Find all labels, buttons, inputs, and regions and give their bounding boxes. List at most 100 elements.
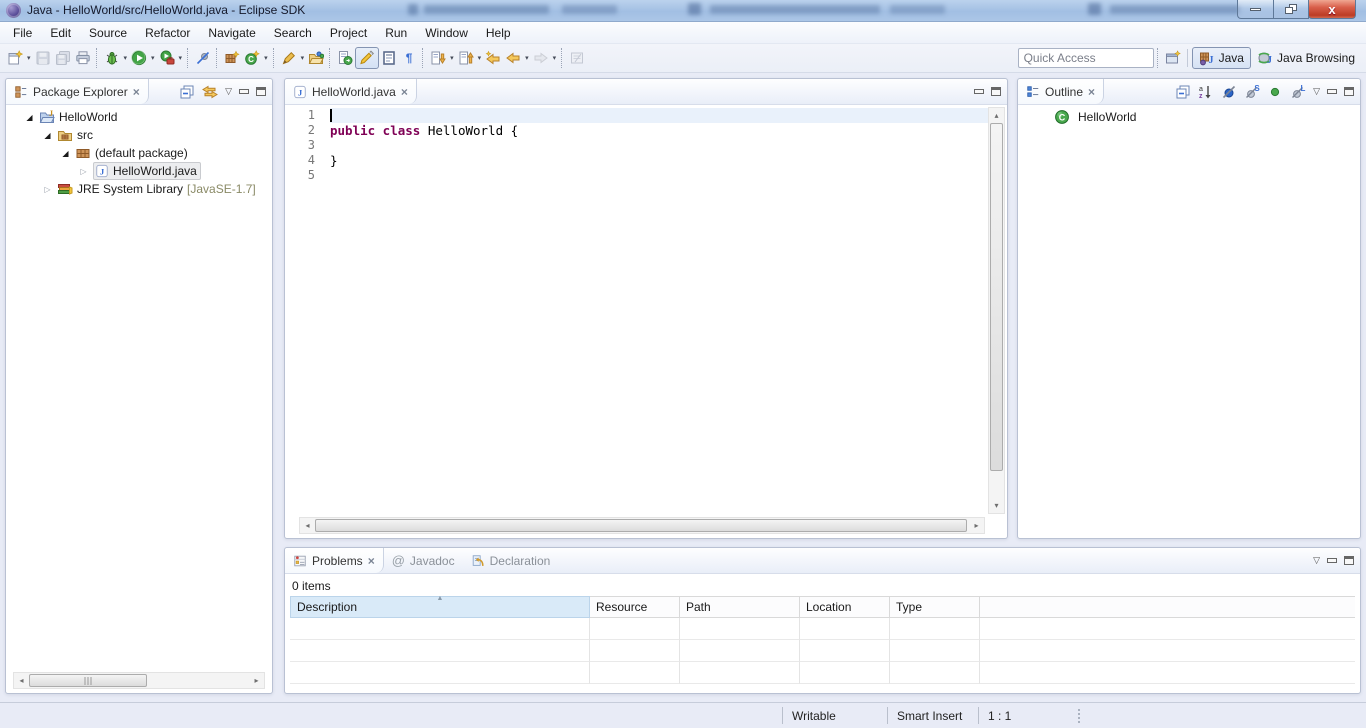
scroll-left-icon[interactable]: ◂: [14, 673, 29, 688]
menu-edit[interactable]: Edit: [41, 23, 80, 43]
mark-occurrences-toggle[interactable]: [355, 47, 379, 69]
statusbar-drag-handle[interactable]: [1078, 709, 1080, 723]
scroll-down-icon[interactable]: ▾: [989, 498, 1004, 513]
close-button[interactable]: x: [1308, 0, 1356, 19]
code-line[interactable]: 3: [286, 138, 988, 153]
new-java-project-button[interactable]: [222, 47, 242, 69]
status-insert-mode[interactable]: Smart Insert: [897, 709, 962, 723]
minimize-view-button[interactable]: [1327, 558, 1337, 563]
hide-non-public-members-button[interactable]: [1267, 84, 1283, 100]
expanded-arrow-icon[interactable]: ◢: [60, 149, 71, 158]
view-menu-button[interactable]: ▽: [1313, 86, 1320, 97]
minimize-view-button[interactable]: [239, 89, 249, 94]
debug-button[interactable]: [102, 47, 122, 69]
show-whitespace-toggle[interactable]: ¶: [399, 47, 419, 69]
scrollbar-thumb[interactable]: [29, 674, 147, 687]
forward-button[interactable]: [531, 47, 551, 69]
column-header-location[interactable]: Location: [800, 596, 890, 618]
tree-item-java-file[interactable]: ▷ J HelloWorld.java: [6, 162, 272, 180]
restore-button[interactable]: [1273, 0, 1309, 19]
run-button[interactable]: [129, 47, 149, 69]
collapse-all-button[interactable]: [179, 84, 195, 100]
hide-static-members-button[interactable]: S: [1244, 84, 1260, 100]
close-icon[interactable]: ×: [401, 86, 408, 98]
new-class-button[interactable]: C: [242, 47, 262, 69]
menu-help[interactable]: Help: [477, 23, 520, 43]
view-menu-button[interactable]: ▽: [1313, 555, 1320, 566]
titlebar[interactable]: Java - HelloWorld/src/HelloWorld.java - …: [0, 0, 1366, 22]
column-header-path[interactable]: Path: [680, 596, 800, 618]
hide-fields-button[interactable]: [1221, 84, 1237, 100]
link-with-editor-button[interactable]: [202, 84, 218, 100]
show-source-button[interactable]: [335, 47, 355, 69]
run-external-tools-button[interactable]: [157, 47, 177, 69]
expanded-arrow-icon[interactable]: ◢: [24, 113, 35, 122]
tab-problems[interactable]: Problems ×: [285, 548, 384, 573]
maximize-editor-button[interactable]: [991, 87, 1001, 96]
save-all-button[interactable]: [53, 47, 73, 69]
quick-access-input[interactable]: [1018, 48, 1154, 68]
tree-item-project[interactable]: ◢ J HelloWorld: [6, 108, 272, 126]
minimize-button[interactable]: [1237, 0, 1274, 19]
menu-navigate[interactable]: Navigate: [199, 23, 264, 43]
tab-javadoc[interactable]: @ Javadoc: [384, 548, 463, 573]
menu-file[interactable]: File: [4, 23, 41, 43]
close-icon[interactable]: ×: [133, 86, 140, 98]
maximize-view-button[interactable]: [1344, 87, 1354, 96]
package-explorer-hscrollbar[interactable]: ◂ ▸: [13, 672, 265, 689]
scroll-left-icon[interactable]: ◂: [300, 518, 315, 533]
perspective-java-button[interactable]: J Java: [1192, 47, 1251, 69]
sort-button[interactable]: az: [1198, 84, 1214, 100]
close-icon[interactable]: ×: [368, 555, 375, 567]
save-button[interactable]: [33, 47, 53, 69]
maximize-view-button[interactable]: [1344, 556, 1354, 565]
code-line[interactable]: 2 public class HelloWorld {: [286, 123, 988, 138]
pen-tool-dropdown[interactable]: ▾: [299, 54, 307, 62]
code-line[interactable]: 4 }: [286, 153, 988, 168]
external-tools-dropdown[interactable]: ▾: [177, 54, 185, 62]
tab-package-explorer[interactable]: Package Explorer ×: [6, 79, 149, 104]
menu-refactor[interactable]: Refactor: [136, 23, 199, 43]
tab-outline[interactable]: Outline ×: [1018, 79, 1104, 104]
collapse-all-button[interactable]: [1175, 84, 1191, 100]
scrollbar-thumb[interactable]: [315, 519, 967, 532]
run-dropdown[interactable]: ▾: [149, 54, 157, 62]
editor-vscrollbar[interactable]: ▴ ▾: [988, 107, 1005, 514]
previous-annotation-dropdown[interactable]: ▾: [476, 54, 484, 62]
menu-run[interactable]: Run: [376, 23, 416, 43]
scroll-right-icon[interactable]: ▸: [249, 673, 264, 688]
code-editor[interactable]: 1 2 public class HelloWorld { 3 4 } 5: [286, 106, 988, 515]
hide-local-types-button[interactable]: L: [1290, 84, 1306, 100]
new-wizard-button[interactable]: [5, 47, 25, 69]
view-menu-button[interactable]: ▽: [225, 86, 232, 97]
scroll-right-icon[interactable]: ▸: [969, 518, 984, 533]
tab-helloworld-java[interactable]: J HelloWorld.java ×: [285, 79, 417, 104]
minimize-view-button[interactable]: [1327, 89, 1337, 94]
scroll-up-icon[interactable]: ▴: [989, 108, 1004, 123]
open-type-button[interactable]: [306, 47, 326, 69]
close-icon[interactable]: ×: [1088, 86, 1095, 98]
next-annotation-dropdown[interactable]: ▾: [448, 54, 456, 62]
new-wizard-dropdown[interactable]: ▾: [25, 54, 33, 62]
tree-item-jre-library[interactable]: ▷ JRE System Library [JavaSE-1.7]: [6, 180, 272, 198]
new-class-dropdown[interactable]: ▾: [262, 54, 270, 62]
perspective-java-browsing-button[interactable]: J Java Browsing: [1251, 47, 1361, 69]
minimize-editor-button[interactable]: [974, 89, 984, 94]
open-perspective-button[interactable]: [1163, 47, 1183, 69]
maximize-view-button[interactable]: [256, 87, 266, 96]
back-button[interactable]: [503, 47, 523, 69]
code-line[interactable]: 5: [286, 168, 988, 183]
scrollbar-thumb[interactable]: [990, 123, 1003, 471]
next-annotation-button[interactable]: [428, 47, 448, 69]
debug-dropdown[interactable]: ▾: [122, 54, 130, 62]
print-button[interactable]: [73, 47, 93, 69]
menu-search[interactable]: Search: [265, 23, 321, 43]
skip-breakpoints-button[interactable]: [193, 47, 213, 69]
tab-declaration[interactable]: Declaration: [463, 548, 559, 573]
outline-item-helloworld[interactable]: C HelloWorld: [1018, 108, 1360, 126]
menu-window[interactable]: Window: [416, 23, 477, 43]
back-dropdown[interactable]: ▾: [523, 54, 531, 62]
tree-item-src[interactable]: ◢ src: [6, 126, 272, 144]
collapsed-arrow-icon[interactable]: ▷: [78, 167, 89, 176]
column-header-description[interactable]: ▲Description: [290, 596, 590, 618]
